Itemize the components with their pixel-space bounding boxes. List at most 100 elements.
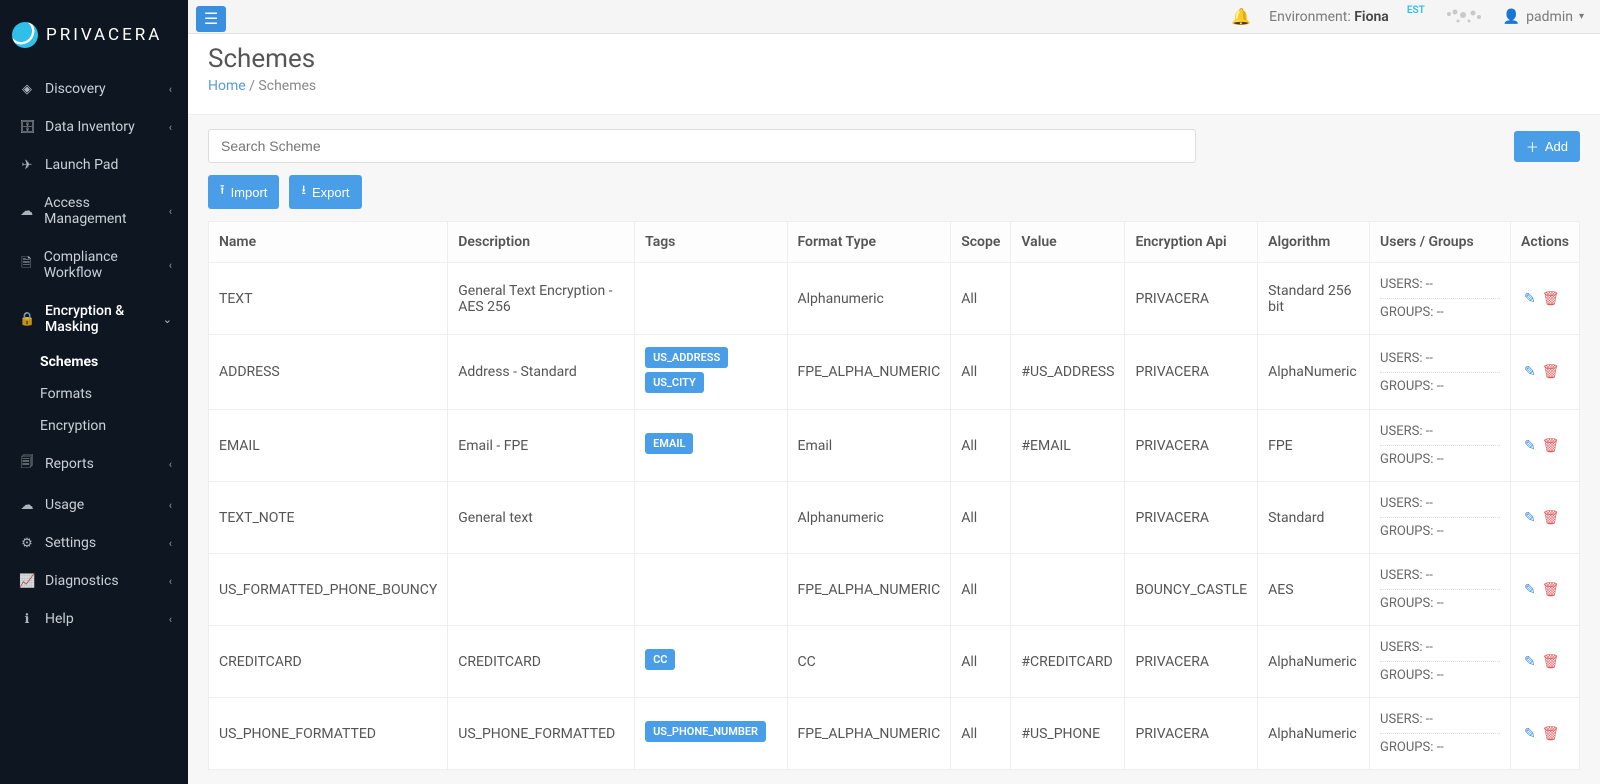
column-header: Description [448, 222, 635, 263]
column-header: Algorithm [1258, 222, 1370, 263]
cell-tags [635, 554, 787, 626]
breadcrumb-current: Schemes [258, 78, 316, 94]
chevron-left-icon: ‹ [169, 499, 172, 512]
edit-icon[interactable]: ✎ [1524, 291, 1536, 307]
cell-actions: ✎🗑 [1511, 554, 1580, 626]
users-line: USERS: -- [1380, 710, 1500, 729]
delete-icon[interactable]: 🗑 [1542, 510, 1560, 526]
subnav-item-encryption[interactable]: Encryption [0, 410, 188, 442]
cell-users-groups: USERS: --GROUPS: -- [1370, 335, 1511, 410]
breadcrumb-home[interactable]: Home [208, 78, 246, 94]
edit-icon[interactable]: ✎ [1524, 438, 1536, 454]
tag-pill: US_CITY [645, 372, 704, 393]
sidebar-item-label: Data Inventory [45, 119, 135, 135]
chevron-left-icon: ‹ [169, 205, 172, 218]
tag-pill: EMAIL [645, 433, 693, 454]
cell-users-groups: USERS: --GROUPS: -- [1370, 698, 1511, 770]
users-line: USERS: -- [1380, 422, 1500, 441]
sidebar-item-data-inventory[interactable]: 🗄Data Inventory‹ [0, 108, 188, 146]
sidebar-item-label: Reports [45, 456, 94, 472]
edit-icon[interactable]: ✎ [1524, 510, 1536, 526]
sidebar-item-encryption-masking[interactable]: 🔒Encryption & Masking⌄ [0, 292, 188, 346]
cell-description: General Text Encryption - AES 256 [448, 263, 635, 335]
sidebar-item-usage[interactable]: ☁Usage‹ [0, 486, 188, 524]
cell-format-type: FPE_ALPHA_NUMERIC [787, 698, 951, 770]
groups-line: GROUPS: -- [1380, 666, 1500, 685]
nav-icon: 🗎 [19, 254, 34, 276]
chevron-left-icon: ‹ [169, 613, 172, 626]
subnav-item-formats[interactable]: Formats [0, 378, 188, 410]
edit-icon[interactable]: ✎ [1524, 582, 1536, 598]
sidebar-item-compliance-workflow[interactable]: 🗎Compliance Workflow‹ [0, 238, 188, 292]
chevron-left-icon: ‹ [169, 83, 172, 96]
nav-icon: ℹ [19, 612, 35, 627]
cell-description: CREDITCARD [448, 626, 635, 698]
sidebar-item-label: Encryption & Masking [45, 303, 163, 335]
cell-encryption-api: PRIVACERA [1125, 410, 1258, 482]
sidebar-item-label: Discovery [45, 81, 106, 97]
tag-pill: US_ADDRESS [645, 347, 728, 368]
sidebar-item-label: Compliance Workflow [44, 249, 169, 281]
chevron-left-icon: ‹ [169, 121, 172, 134]
sidebar-item-launch-pad[interactable]: ✈ Launch Pad [0, 146, 188, 184]
delete-icon[interactable]: 🗑 [1542, 726, 1560, 742]
cell-users-groups: USERS: -- GROUPS: -- [1370, 482, 1511, 554]
column-header: Value [1011, 222, 1125, 263]
edit-icon[interactable]: ✎ [1524, 364, 1536, 380]
cell-users-groups: USERS: --GROUPS: -- [1370, 554, 1511, 626]
cell-actions: ✎🗑 [1511, 263, 1580, 335]
cell-description: Email - FPE [448, 410, 635, 482]
user-dropdown[interactable]: 👤 padmin ▾ [1503, 9, 1584, 25]
sidebar-item-help[interactable]: ℹHelp‹ [0, 600, 188, 638]
user-name: padmin [1526, 9, 1573, 25]
sidebar-item-diagnostics[interactable]: 📈Diagnostics‹ [0, 562, 188, 600]
sidebar-item-label: Launch Pad [45, 157, 118, 173]
cell-algorithm: AlphaNumeric [1258, 626, 1370, 698]
cell-description [448, 554, 635, 626]
cell-encryption-api: PRIVACERA [1125, 626, 1258, 698]
delete-icon[interactable]: 🗑 [1542, 291, 1560, 307]
cell-tags: EMAIL [635, 410, 787, 482]
delete-icon[interactable]: 🗑 [1542, 364, 1560, 380]
nav-icon: ⚙ [19, 536, 35, 551]
add-button[interactable]: ＋ Add [1514, 131, 1580, 162]
column-header: Actions [1511, 222, 1580, 263]
search-input[interactable] [208, 129, 1196, 163]
cell-scope: All [951, 482, 1011, 554]
column-header: Tags [635, 222, 787, 263]
subnav-item-schemes[interactable]: Schemes [0, 346, 188, 378]
nav-icon: ✈ [19, 158, 35, 173]
chevron-left-icon: ‹ [169, 458, 172, 471]
upload-icon: ⭱ [220, 181, 225, 203]
table-row: TEXTGeneral Text Encryption - AES 256Alp… [209, 263, 1580, 335]
cell-name: ADDRESS [209, 335, 448, 410]
cell-format-type: FPE_ALPHA_NUMERIC [787, 335, 951, 410]
schemes-table: NameDescriptionTagsFormat TypeScopeValue… [208, 221, 1580, 770]
cell-algorithm: AlphaNumeric [1258, 335, 1370, 410]
sidebar-item-access-management[interactable]: ☁Access Management‹ [0, 184, 188, 238]
sidebar-item-settings[interactable]: ⚙Settings‹ [0, 524, 188, 562]
cell-algorithm: AES [1258, 554, 1370, 626]
groups-line: GROUPS: -- [1380, 522, 1500, 541]
import-button[interactable]: ⭱ Import [208, 175, 279, 209]
sidebar-item-reports[interactable]: 🗐Reports‹ [0, 442, 188, 486]
cell-users-groups: USERS: --GROUPS: -- [1370, 410, 1511, 482]
delete-icon[interactable]: 🗑 [1542, 654, 1560, 670]
delete-icon[interactable]: 🗑 [1542, 582, 1560, 598]
export-button[interactable]: ⭳ Export [289, 175, 361, 209]
hamburger-button[interactable]: ☰ [196, 6, 226, 32]
bell-icon[interactable]: 🔔 [1231, 7, 1251, 26]
sidebar-item-discovery[interactable]: ◈Discovery‹ [0, 70, 188, 108]
cell-value: #US_ADDRESS [1011, 335, 1125, 410]
table-row: CREDITCARDCREDITCARDCCCCAll#CREDITCARDPR… [209, 626, 1580, 698]
tag-pill: US_PHONE_NUMBER [645, 721, 766, 742]
edit-icon[interactable]: ✎ [1524, 654, 1536, 670]
cell-value [1011, 263, 1125, 335]
users-line: USERS: -- [1380, 494, 1500, 513]
sidebar-item-label: Access Management [44, 195, 169, 227]
delete-icon[interactable]: 🗑 [1542, 438, 1560, 454]
cell-encryption-api: BOUNCY_CASTLE [1125, 554, 1258, 626]
tag-pill: CC [645, 649, 675, 670]
edit-icon[interactable]: ✎ [1524, 726, 1536, 742]
cell-tags [635, 263, 787, 335]
